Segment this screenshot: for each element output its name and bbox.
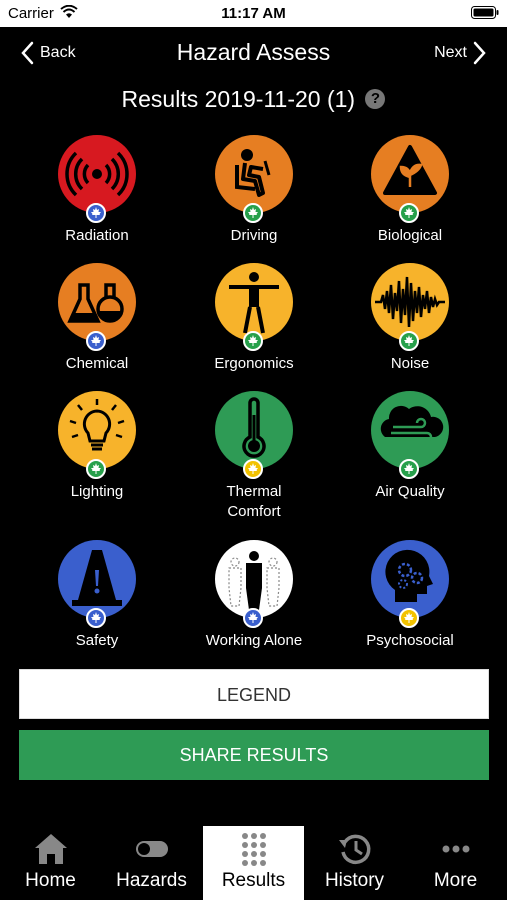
results-header: Results 2019-11-20 (1) ?	[0, 86, 507, 113]
tab-hazards-label: Hazards	[116, 870, 187, 891]
hazard-tile-ergonomics[interactable]: Ergonomics	[176, 263, 332, 374]
battery-icon	[471, 6, 499, 23]
tab-home[interactable]: Home	[0, 826, 101, 900]
hazard-label: Working Alone	[205, 632, 303, 649]
next-button[interactable]: Next	[434, 41, 487, 65]
hazard-tile-psychosocial[interactable]: Psychosocial	[332, 540, 488, 651]
page-title: Hazard Assess	[176, 39, 331, 65]
maple-leaf-badge-icon	[399, 608, 419, 628]
grid-dots-icon	[241, 833, 266, 866]
more-dots-icon	[442, 845, 469, 853]
biological-icon	[371, 135, 449, 223]
tab-more-label: More	[433, 870, 478, 891]
maple-leaf-badge-icon	[86, 459, 106, 479]
safety-cone-icon	[58, 540, 136, 628]
home-icon	[34, 834, 67, 864]
hazard-label: Psychosocial	[366, 632, 454, 649]
working-alone-icon	[215, 540, 293, 628]
hazard-tile-air-quality[interactable]: Air Quality	[332, 391, 488, 502]
hazard-label: Chemical	[65, 355, 129, 372]
hazard-label: Radiation	[65, 227, 129, 244]
maple-leaf-badge-icon	[399, 459, 419, 479]
tab-history-label: History	[324, 870, 385, 891]
hazard-tile-lighting[interactable]: Lighting	[19, 391, 175, 502]
hazard-tile-radiation[interactable]: Radiation	[19, 135, 175, 246]
navigation-bar: Back Hazard Assess Next	[0, 27, 507, 79]
hazard-tile-driving[interactable]: Driving	[176, 135, 332, 246]
maple-leaf-badge-icon	[86, 203, 106, 223]
chemical-icon	[58, 263, 136, 351]
hazard-tile-noise[interactable]: Noise	[332, 263, 488, 374]
hazard-label: Ergonomics	[214, 355, 294, 372]
radiation-icon	[58, 135, 136, 223]
maple-leaf-badge-icon	[243, 459, 263, 479]
help-icon[interactable]: ?	[365, 89, 386, 109]
hazard-tile-working-alone[interactable]: Working Alone	[176, 540, 332, 651]
tab-history[interactable]: History	[304, 826, 405, 900]
hazard-tile-safety[interactable]: Safety	[19, 540, 175, 651]
hazard-tile-biological[interactable]: Biological	[332, 135, 488, 246]
maple-leaf-badge-icon	[399, 331, 419, 351]
hazard-tile-chemical[interactable]: Chemical	[19, 263, 175, 374]
maple-leaf-badge-icon	[243, 203, 263, 223]
clock: 11:17 AM	[221, 5, 286, 22]
hazard-label: Biological	[377, 227, 443, 244]
maple-leaf-badge-icon	[243, 331, 263, 351]
history-icon	[338, 834, 370, 865]
psychosocial-icon	[371, 540, 449, 628]
tab-home-label: Home	[25, 870, 76, 891]
hazard-label: Lighting	[70, 483, 124, 500]
tab-hazards[interactable]: Hazards	[101, 826, 202, 900]
toggle-icon	[135, 841, 168, 857]
thermometer-icon	[215, 391, 293, 479]
results-title: Results 2019-11-20 (1)	[121, 86, 356, 112]
maple-leaf-badge-icon	[243, 608, 263, 628]
maple-leaf-badge-icon	[86, 331, 106, 351]
next-label: Next	[434, 44, 467, 61]
hazard-tile-thermal-comfort[interactable]: Thermal Comfort	[176, 391, 332, 522]
tab-more[interactable]: More	[405, 826, 506, 900]
share-results-button[interactable]: SHARE RESULTS	[19, 730, 489, 780]
hazard-label: Air Quality	[375, 483, 445, 500]
driving-icon	[215, 135, 293, 223]
hazard-label: Safety	[75, 632, 119, 649]
legend-button[interactable]: LEGEND	[19, 669, 489, 719]
lighting-icon	[58, 391, 136, 479]
tab-results[interactable]: Results	[203, 826, 304, 900]
hazard-label: Noise	[390, 355, 430, 372]
tab-results-label: Results	[221, 870, 286, 891]
maple-leaf-badge-icon	[399, 203, 419, 223]
status-bar: Carrier 11:17 AM	[0, 0, 507, 27]
hazard-label: Thermal Comfort	[226, 483, 282, 520]
chevron-right-icon	[473, 41, 486, 65]
ergonomics-icon	[215, 263, 293, 351]
noise-icon	[371, 263, 449, 351]
air-quality-icon	[371, 391, 449, 479]
tab-bar: Home Hazards Results History More	[0, 826, 507, 900]
hazard-label: Driving	[230, 227, 278, 244]
maple-leaf-badge-icon	[86, 608, 106, 628]
